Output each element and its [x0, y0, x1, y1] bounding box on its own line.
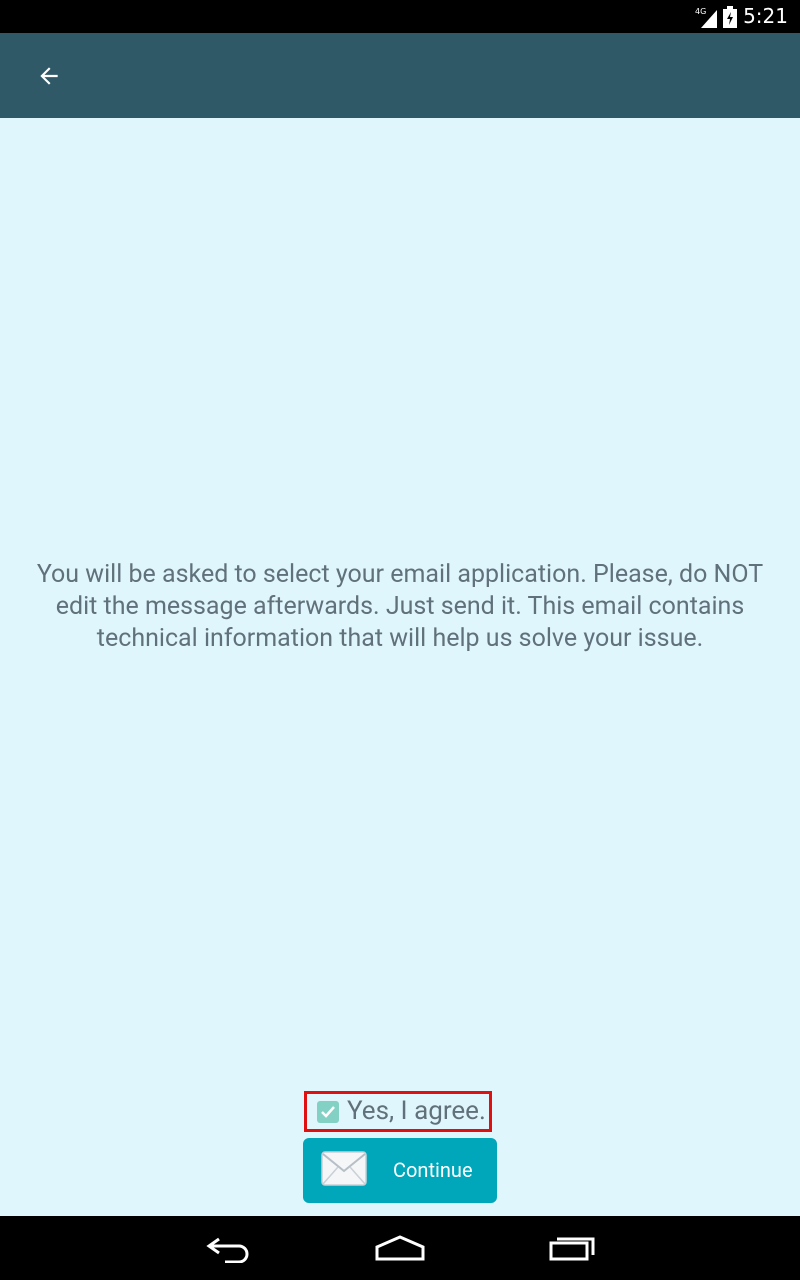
recents-icon — [549, 1237, 595, 1261]
app-bar — [0, 33, 800, 118]
agree-label: Yes, I agree. — [347, 1096, 486, 1126]
instruction-message: You will be asked to select your email a… — [0, 559, 800, 655]
message-line-3: technical information that will help us … — [96, 624, 704, 653]
continue-label: Continue — [393, 1158, 473, 1182]
network-type: 4G — [695, 7, 706, 16]
battery-icon — [723, 5, 738, 28]
back-button[interactable] — [24, 51, 74, 101]
arrow-left-icon — [40, 67, 58, 85]
envelope-icon — [321, 1151, 367, 1186]
clock: 5:21 — [743, 4, 788, 28]
agree-checkbox[interactable]: Yes, I agree. — [304, 1091, 492, 1132]
checkbox-checked-icon — [317, 1100, 339, 1123]
nav-recents-button[interactable] — [532, 1226, 612, 1270]
navigation-bar — [0, 1216, 800, 1280]
content-area: You will be asked to select your email a… — [0, 118, 800, 1216]
status-bar: 4G 5:21 — [0, 0, 800, 33]
nav-home-button[interactable] — [360, 1226, 440, 1270]
signal-icon: 4G — [695, 7, 718, 28]
back-icon — [206, 1237, 249, 1263]
message-line-1: You will be asked to select your email a… — [36, 560, 764, 589]
nav-back-button[interactable] — [190, 1226, 270, 1270]
continue-button[interactable]: Continue — [303, 1138, 497, 1203]
status-icons: 4G 5:21 — [695, 0, 788, 33]
home-icon — [375, 1235, 425, 1261]
message-line-2: edit the message afterwards. Just send i… — [55, 592, 745, 621]
